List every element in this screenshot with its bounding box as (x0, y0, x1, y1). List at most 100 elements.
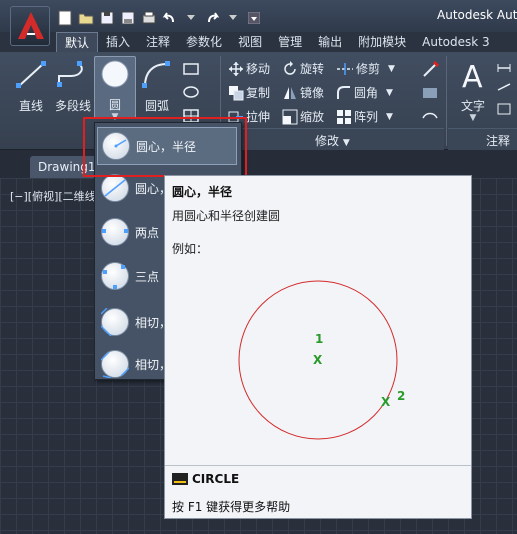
circle-tool[interactable]: 圆 ▼ (94, 56, 136, 122)
title-bar: Autodesk Aut (0, 0, 517, 46)
mirror-icon (284, 86, 297, 99)
copy-label: 复制 (246, 86, 271, 100)
text-dropdown-icon[interactable]: ▼ (452, 114, 494, 123)
ellipse-icon (183, 86, 199, 98)
offset-icon (422, 112, 438, 119)
point-1-marker-icon: X (313, 353, 323, 367)
viewport-controls[interactable]: [−][俯视][二维线 (10, 188, 96, 204)
modify-panel-title: 修改 (315, 134, 340, 148)
line-icon (16, 61, 46, 88)
center-diameter-icon (101, 174, 129, 202)
application-menu-button[interactable] (10, 6, 50, 46)
array-label: 阵列 (354, 110, 379, 124)
annotation-panel-label: 注释 (486, 134, 511, 148)
line-tool-label: 直线 (18, 99, 43, 113)
move-tool[interactable]: 移动 (228, 60, 270, 77)
tooltip-panel: 圆心，半径 用圆心和半径创建圆 例如： 1 X X 2 CIRCLE 按 F1 … (164, 175, 472, 519)
circle-tool-label: 圆 (108, 98, 121, 112)
tangent-tangent-radius-icon (101, 308, 129, 336)
move-icon (229, 61, 243, 76)
mirror-label: 镜像 (300, 86, 325, 100)
ribbon-separator-2 (446, 56, 447, 146)
copy-tool[interactable]: 复制 (228, 84, 270, 101)
annotation-small-tools[interactable] (496, 60, 516, 120)
two-point-icon (101, 218, 129, 246)
tab-manage[interactable]: 管理 (270, 32, 310, 52)
new-file-icon[interactable] (56, 10, 74, 26)
save-icon[interactable] (98, 10, 116, 26)
leader-icon (497, 83, 511, 91)
mirror-tool[interactable]: 镜像 (282, 84, 324, 101)
trim-icon (337, 62, 354, 75)
tab-autodesk-360[interactable]: Autodesk 3 (414, 32, 498, 52)
ribbon-tabs: 默认 插入 注释 参数化 视图 管理 输出 附加模块 Autodesk 3 (56, 32, 498, 52)
modify-row-2: 复制 镜像 圆角 ▼ (228, 84, 393, 101)
polyline-tool[interactable]: 多段线 (52, 58, 94, 114)
text-icon: A (462, 60, 483, 95)
fillet-tool[interactable]: 圆角 (336, 84, 378, 101)
point-2-label: 2 (397, 389, 405, 403)
menu-item-tan-tan-radius[interactable]: 相切， (97, 303, 171, 341)
array-tool[interactable]: 阵列 (336, 108, 378, 125)
quick-access-toolbar (56, 8, 263, 28)
tooltip-description: 用圆心和半径创建圆 (172, 209, 281, 223)
scale-tool[interactable]: 缩放 (282, 108, 324, 125)
text-tool-label: 文字 (460, 99, 485, 113)
plot-icon[interactable] (140, 10, 158, 26)
tab-view[interactable]: 视图 (230, 32, 270, 52)
menu-item-tan-tan-tan[interactable]: 相切， (97, 345, 171, 383)
autocad-logo-icon (18, 12, 44, 39)
polyline-tool-label: 多段线 (54, 99, 91, 113)
redo-icon[interactable] (203, 10, 221, 26)
three-point-icon (101, 262, 129, 290)
redo-dropdown-icon[interactable] (224, 10, 242, 26)
tooltip-command: CIRCLE (172, 472, 239, 486)
command-line-icon (172, 473, 188, 485)
line-tool[interactable]: 直线 (10, 58, 52, 114)
erase-icon (423, 63, 437, 77)
open-folder-icon[interactable] (77, 10, 95, 26)
point-2-marker-icon: X (381, 395, 391, 409)
stretch-label: 拉伸 (246, 110, 271, 124)
fillet-label: 圆角 (354, 86, 379, 100)
selection-highlight-box (83, 117, 247, 177)
undo-icon[interactable] (161, 10, 179, 26)
tooltip-help-hint: 按 F1 键获得更多帮助 (172, 500, 291, 514)
arc-tool[interactable]: 圆弧 (136, 58, 178, 114)
app-title: Autodesk Aut (437, 8, 517, 22)
fillet-icon (337, 85, 351, 99)
tab-addins[interactable]: 附加模块 (350, 32, 414, 52)
trim-tool[interactable]: 修剪 (336, 60, 380, 77)
save-as-icon[interactable] (119, 10, 137, 26)
modify-small-tools[interactable] (420, 60, 442, 130)
text-tool[interactable]: A 文字 ▼ (452, 58, 494, 123)
arc-icon (142, 61, 170, 88)
table-icon (497, 103, 511, 115)
scale-icon (282, 109, 298, 124)
undo-dropdown-icon[interactable] (182, 10, 200, 26)
tab-insert[interactable]: 插入 (98, 32, 138, 52)
svg-text:A: A (462, 60, 483, 92)
tooltip-divider (165, 465, 471, 466)
tab-parametric[interactable]: 参数化 (178, 32, 230, 52)
trim-dropdown-icon[interactable]: ▼ (388, 64, 395, 74)
tab-output[interactable]: 输出 (310, 32, 350, 52)
rotate-tool[interactable]: 旋转 (282, 60, 324, 77)
trim-label: 修剪 (356, 62, 381, 76)
menu-item-three-point[interactable]: 三点 (97, 257, 159, 295)
customize-toolbar-icon[interactable] (245, 10, 263, 26)
tab-annotate[interactable]: 注释 (138, 32, 178, 52)
point-1-label: 1 (315, 332, 323, 346)
scale-label: 缩放 (300, 110, 325, 124)
rectangle-icon (183, 63, 199, 75)
rotate-icon (284, 60, 296, 75)
modify-panel-label[interactable]: 修改 ▼ (315, 132, 350, 149)
array-dropdown-icon[interactable]: ▼ (386, 112, 393, 122)
menu-item-two-point[interactable]: 两点 (97, 213, 159, 251)
circle-icon (101, 60, 129, 88)
explode-icon (423, 88, 437, 98)
tooltip-command-name: CIRCLE (192, 472, 240, 486)
modify-row-3: 拉伸 缩放 阵列 ▼ (228, 108, 393, 125)
fillet-dropdown-icon[interactable]: ▼ (386, 88, 393, 98)
tab-default[interactable]: 默认 (56, 32, 99, 52)
